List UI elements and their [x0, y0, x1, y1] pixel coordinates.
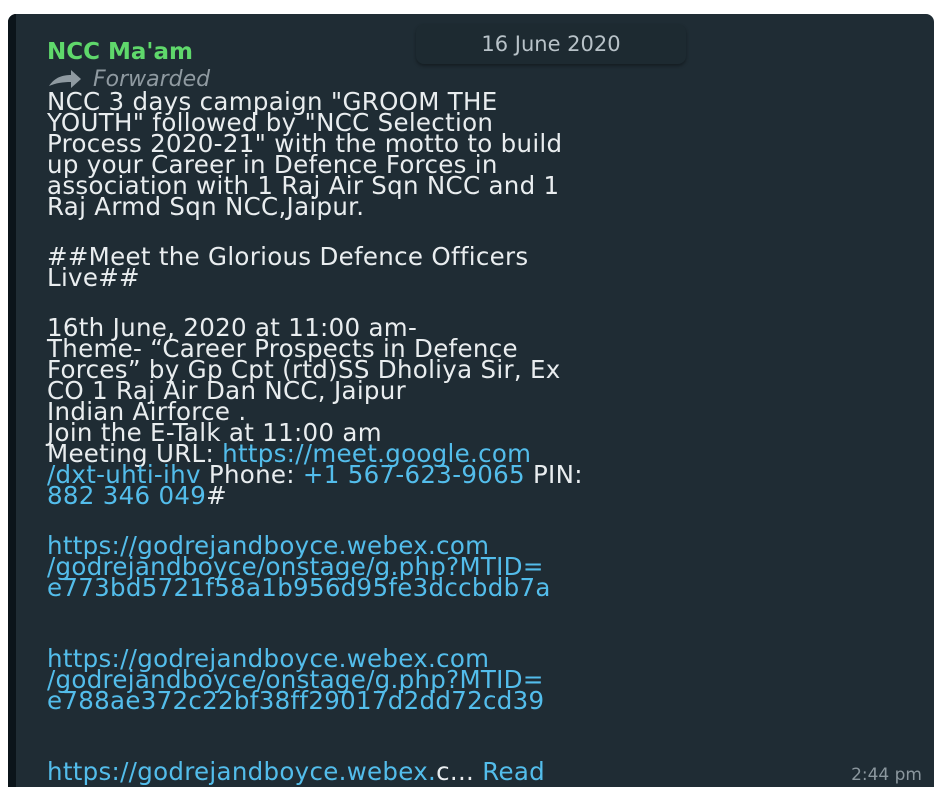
pin-label: PIN: [524, 460, 583, 489]
message-time: 2:44 pm [851, 765, 922, 785]
message-line: ##Meet the Glorious Defence Officers [47, 242, 529, 271]
truncated-line: https://godrejandboyce.webex.c... Read [47, 759, 927, 784]
truncation-ellipsis: c... [436, 757, 475, 786]
message-text: NCC 3 days campaign "GROOM THE YOUTH" fo… [47, 89, 927, 787]
sender-name[interactable]: NCC Ma'am [47, 38, 193, 66]
date-chip: 16 June 2020 [416, 24, 686, 64]
webex-link-1[interactable]: e773bd5721f58a1b956d95fe3dccbdb7a [47, 575, 927, 600]
phone-number-link[interactable]: +1 567-623-9065 [303, 460, 525, 489]
webex-link-2[interactable]: e788ae372c22bf38ff29017d2dd72cd39 [47, 688, 927, 713]
pin-number-link[interactable]: 882 346 049 [47, 481, 206, 510]
message-bubble[interactable]: 16 June 2020 NCC Ma'am Forwarded NCC 3 d… [8, 14, 934, 787]
pin-suffix: # [206, 481, 228, 510]
chat-background-edge [8, 14, 16, 787]
read-more-link[interactable]: Read [482, 757, 545, 786]
